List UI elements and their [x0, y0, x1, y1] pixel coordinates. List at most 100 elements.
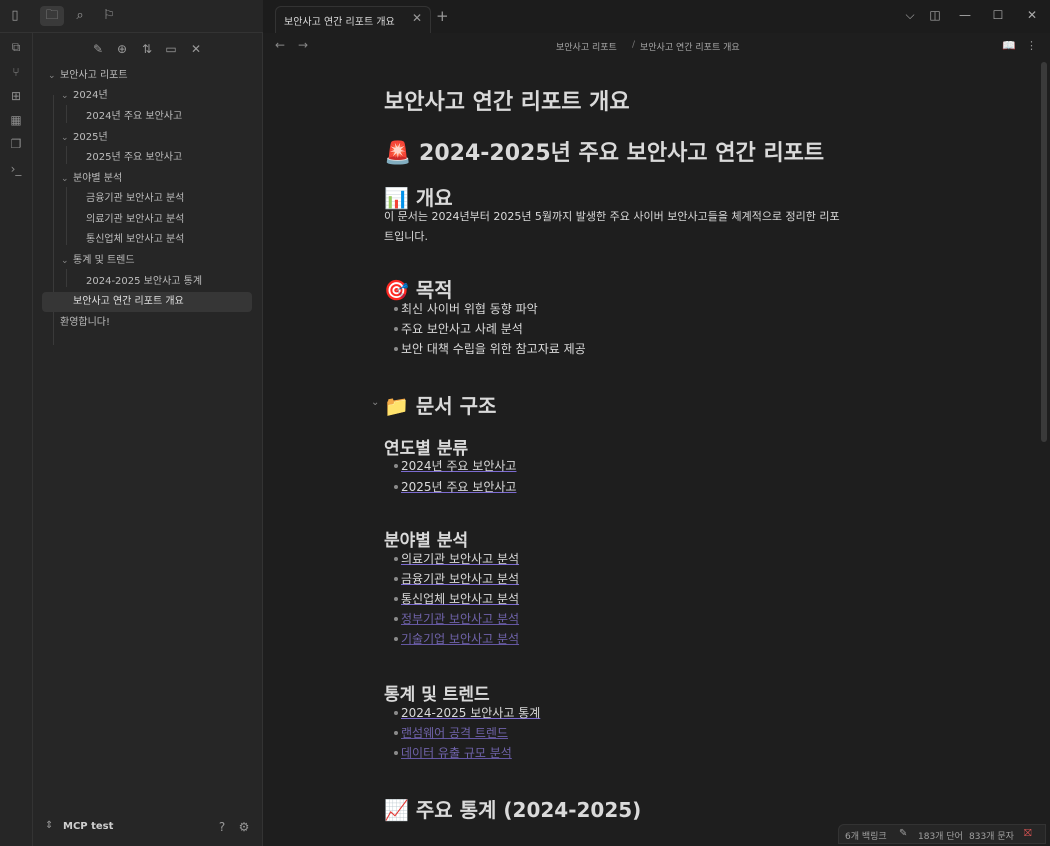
heading-overview[interactable]: 📊 개요: [384, 182, 453, 211]
unresolved-link[interactable]: 랜섬웨어 공격 트렌드: [401, 724, 508, 741]
settings-icon[interactable]: ⚙: [236, 819, 252, 835]
tree-file[interactable]: 2024년 주요 보안사고: [86, 107, 182, 127]
new-tab-button[interactable]: +: [436, 7, 449, 25]
word-count: 183개 단어: [918, 832, 963, 842]
tree-folder-root[interactable]: ⌄ 보안사고 리포트: [48, 66, 128, 86]
tree-guide: [66, 146, 67, 164]
graph-view-icon[interactable]: ⑂: [8, 64, 24, 80]
close-icon[interactable]: ✕: [188, 41, 204, 57]
internal-link[interactable]: 통신업체 보안사고 분석: [401, 590, 519, 607]
chevron-down-icon[interactable]: ⌵: [902, 8, 918, 23]
new-note-icon[interactable]: ✎: [90, 41, 106, 57]
inline-title[interactable]: 보안사고 연간 리포트 개요: [384, 84, 630, 116]
internal-link[interactable]: 금융기관 보안사고 분석: [401, 570, 519, 587]
bullet: [394, 637, 398, 641]
command-palette-icon[interactable]: ›_: [8, 161, 24, 177]
unresolved-link[interactable]: 데이터 유출 규모 분석: [401, 744, 512, 761]
bullet: [394, 597, 398, 601]
tree-folder-2025[interactable]: ⌄ 2025년: [61, 128, 108, 148]
tree-file[interactable]: 금융기관 보안사고 분석: [86, 189, 184, 209]
internal-link[interactable]: 의료기관 보안사고 분석: [401, 550, 519, 567]
canvas-icon[interactable]: ⊞: [8, 88, 24, 104]
bookmark-icon[interactable]: ⚐: [100, 8, 118, 24]
file-explorer: ✎ ⊕ ⇅ ▭ ✕ ⌄ 보안사고 리포트 ⌄ 2024년 2024년 주요 보안사고…: [33, 33, 263, 846]
templates-icon[interactable]: ❐: [8, 136, 24, 152]
tree-file[interactable]: 환영합니다!: [60, 313, 110, 333]
bullet: [394, 731, 398, 735]
sync-off-icon[interactable]: ⛝: [1024, 828, 1032, 839]
heading-by-sector[interactable]: 분야별 분석: [384, 526, 468, 551]
tab-title: 보안사고 연간 리포트 개요: [284, 17, 395, 28]
new-folder-icon[interactable]: ⊕: [114, 41, 130, 57]
heading-1[interactable]: 🚨 2024-2025년 주요 보안사고 연간 리포트: [384, 135, 824, 167]
bullet: [394, 557, 398, 561]
explorer-toolbar: ✎ ⊕ ⇅ ▭ ✕: [33, 39, 263, 59]
folder-icon[interactable]: 🗀: [40, 6, 64, 26]
bullet: [394, 327, 398, 331]
search-icon[interactable]: ⌕: [71, 8, 89, 24]
tab-active[interactable]: 보안사고 연간 리포트 개요 ✕: [275, 6, 431, 33]
paragraph-line[interactable]: 트입니다.: [384, 228, 428, 244]
tree-guide: [66, 187, 67, 245]
collapse-icon[interactable]: ▭: [163, 41, 179, 57]
tree-folder-2024[interactable]: ⌄ 2024년: [61, 86, 108, 106]
help-icon[interactable]: ?: [214, 819, 230, 835]
fold-chevron-icon[interactable]: ⌄: [371, 397, 379, 408]
sort-icon[interactable]: ⇅: [139, 41, 155, 57]
status-bar: 6개 백링크 ✎ 183개 단어 833개 문자 ⛝: [838, 824, 1046, 844]
list-item[interactable]: 보안 대책 수립을 위한 참고자료 제공: [401, 340, 586, 357]
forward-arrow-icon[interactable]: →: [298, 38, 308, 52]
bullet: [394, 711, 398, 715]
tree-file-active[interactable]: 보안사고 연간 리포트 개요: [42, 292, 252, 312]
tree-guide: [66, 105, 67, 123]
list-item[interactable]: 주요 보안사고 사례 분석: [401, 320, 523, 337]
bullet: [394, 485, 398, 489]
tree-guide: [66, 269, 67, 287]
editor-scrollbar[interactable]: [1041, 62, 1047, 442]
right-sidebar-toggle-icon[interactable]: ◫: [927, 8, 943, 22]
internal-link[interactable]: 2024-2025 보안사고 통계: [401, 704, 540, 721]
open-quick-switcher-icon[interactable]: ⧉: [8, 39, 24, 55]
tree-file[interactable]: 의료기관 보안사고 분석: [86, 210, 184, 230]
editor[interactable]: 보안사고 연간 리포트 개요 🚨 2024-2025년 주요 보안사고 연간 리…: [263, 59, 1050, 846]
bullet: [394, 307, 398, 311]
tree-file[interactable]: 2024-2025 보안사고 통계: [86, 272, 202, 292]
tree-folder-sector[interactable]: ⌄ 분야별 분석: [61, 169, 122, 189]
unresolved-link[interactable]: 기술기업 보안사고 분석: [401, 630, 519, 647]
heading-key-stats[interactable]: 📈 주요 통계 (2024-2025): [384, 794, 641, 823]
edit-mode-icon[interactable]: ✎: [899, 828, 907, 839]
vault-switcher[interactable]: ⇕ MCP test ? ⚙: [33, 815, 263, 841]
internal-link[interactable]: 2024년 주요 보안사고: [401, 457, 516, 474]
close-icon[interactable]: ✕: [412, 11, 422, 25]
minimize-icon[interactable]: —: [957, 8, 973, 22]
tree-file[interactable]: 2025년 주요 보안사고: [86, 148, 182, 168]
sidebar-toggle-icon[interactable]: ▯: [6, 8, 24, 24]
daily-note-icon[interactable]: ▦: [8, 112, 24, 128]
vault-name: MCP test: [63, 821, 114, 832]
tree-file[interactable]: 통신업체 보안사고 분석: [86, 230, 184, 250]
bullet: [394, 347, 398, 351]
bullet: [394, 617, 398, 621]
internal-link[interactable]: 2025년 주요 보안사고: [401, 478, 516, 495]
breadcrumb-folder[interactable]: 보안사고 리포트: [556, 40, 617, 53]
more-options-icon[interactable]: ⋮: [1026, 39, 1037, 52]
heading-stats-trends[interactable]: 통계 및 트렌드: [384, 680, 490, 705]
breadcrumb-file[interactable]: 보안사고 연간 리포트 개요: [640, 40, 740, 53]
unresolved-link[interactable]: 정부기관 보안사고 분석: [401, 610, 519, 627]
heading-by-year[interactable]: 연도별 분류: [384, 434, 468, 459]
view-header: ← → 보안사고 리포트 / 보안사고 연간 리포트 개요 📖 ⋮: [263, 33, 1050, 59]
reading-view-icon[interactable]: 📖: [1002, 39, 1016, 52]
list-item[interactable]: 최신 사이버 위협 동향 파악: [401, 300, 538, 317]
window-close-icon[interactable]: ✕: [1024, 8, 1040, 22]
bullet: [394, 751, 398, 755]
char-count: 833개 문자: [969, 832, 1014, 842]
backlinks-count[interactable]: 6개 백링크: [845, 829, 887, 842]
paragraph-line[interactable]: 이 문서는 2024년부터 2025년 5월까지 발생한 주요 사이버 보안사고…: [384, 208, 840, 224]
maximize-icon[interactable]: ☐: [990, 8, 1006, 22]
tree-folder-stats[interactable]: ⌄ 통계 및 트렌드: [61, 251, 135, 271]
chevron-updown-icon[interactable]: ⇕: [45, 820, 53, 831]
back-arrow-icon[interactable]: ←: [275, 38, 285, 52]
bullet: [394, 577, 398, 581]
heading-purpose[interactable]: 🎯 목적: [384, 274, 453, 303]
heading-structure[interactable]: 📁 문서 구조: [384, 390, 496, 419]
